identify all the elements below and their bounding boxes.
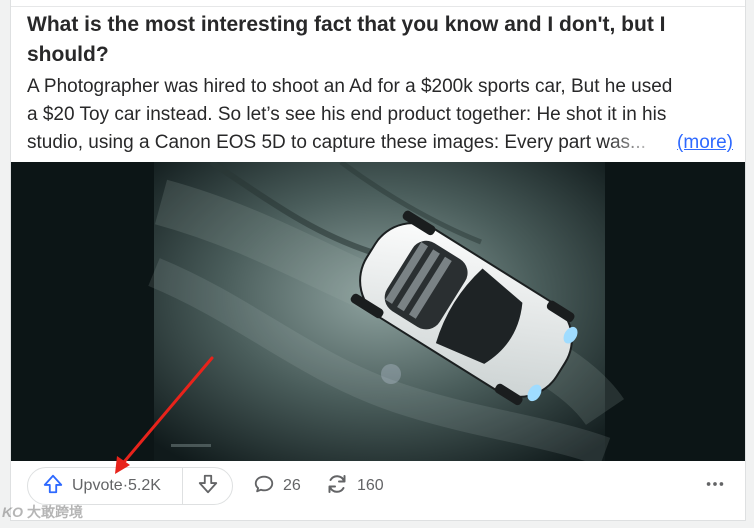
annotation-arrow [115, 356, 214, 474]
watermark-logo: KO [2, 504, 23, 520]
watermark-text: 大敢跨境 [27, 504, 83, 520]
watermark: KO 大敢跨境 [2, 502, 83, 522]
